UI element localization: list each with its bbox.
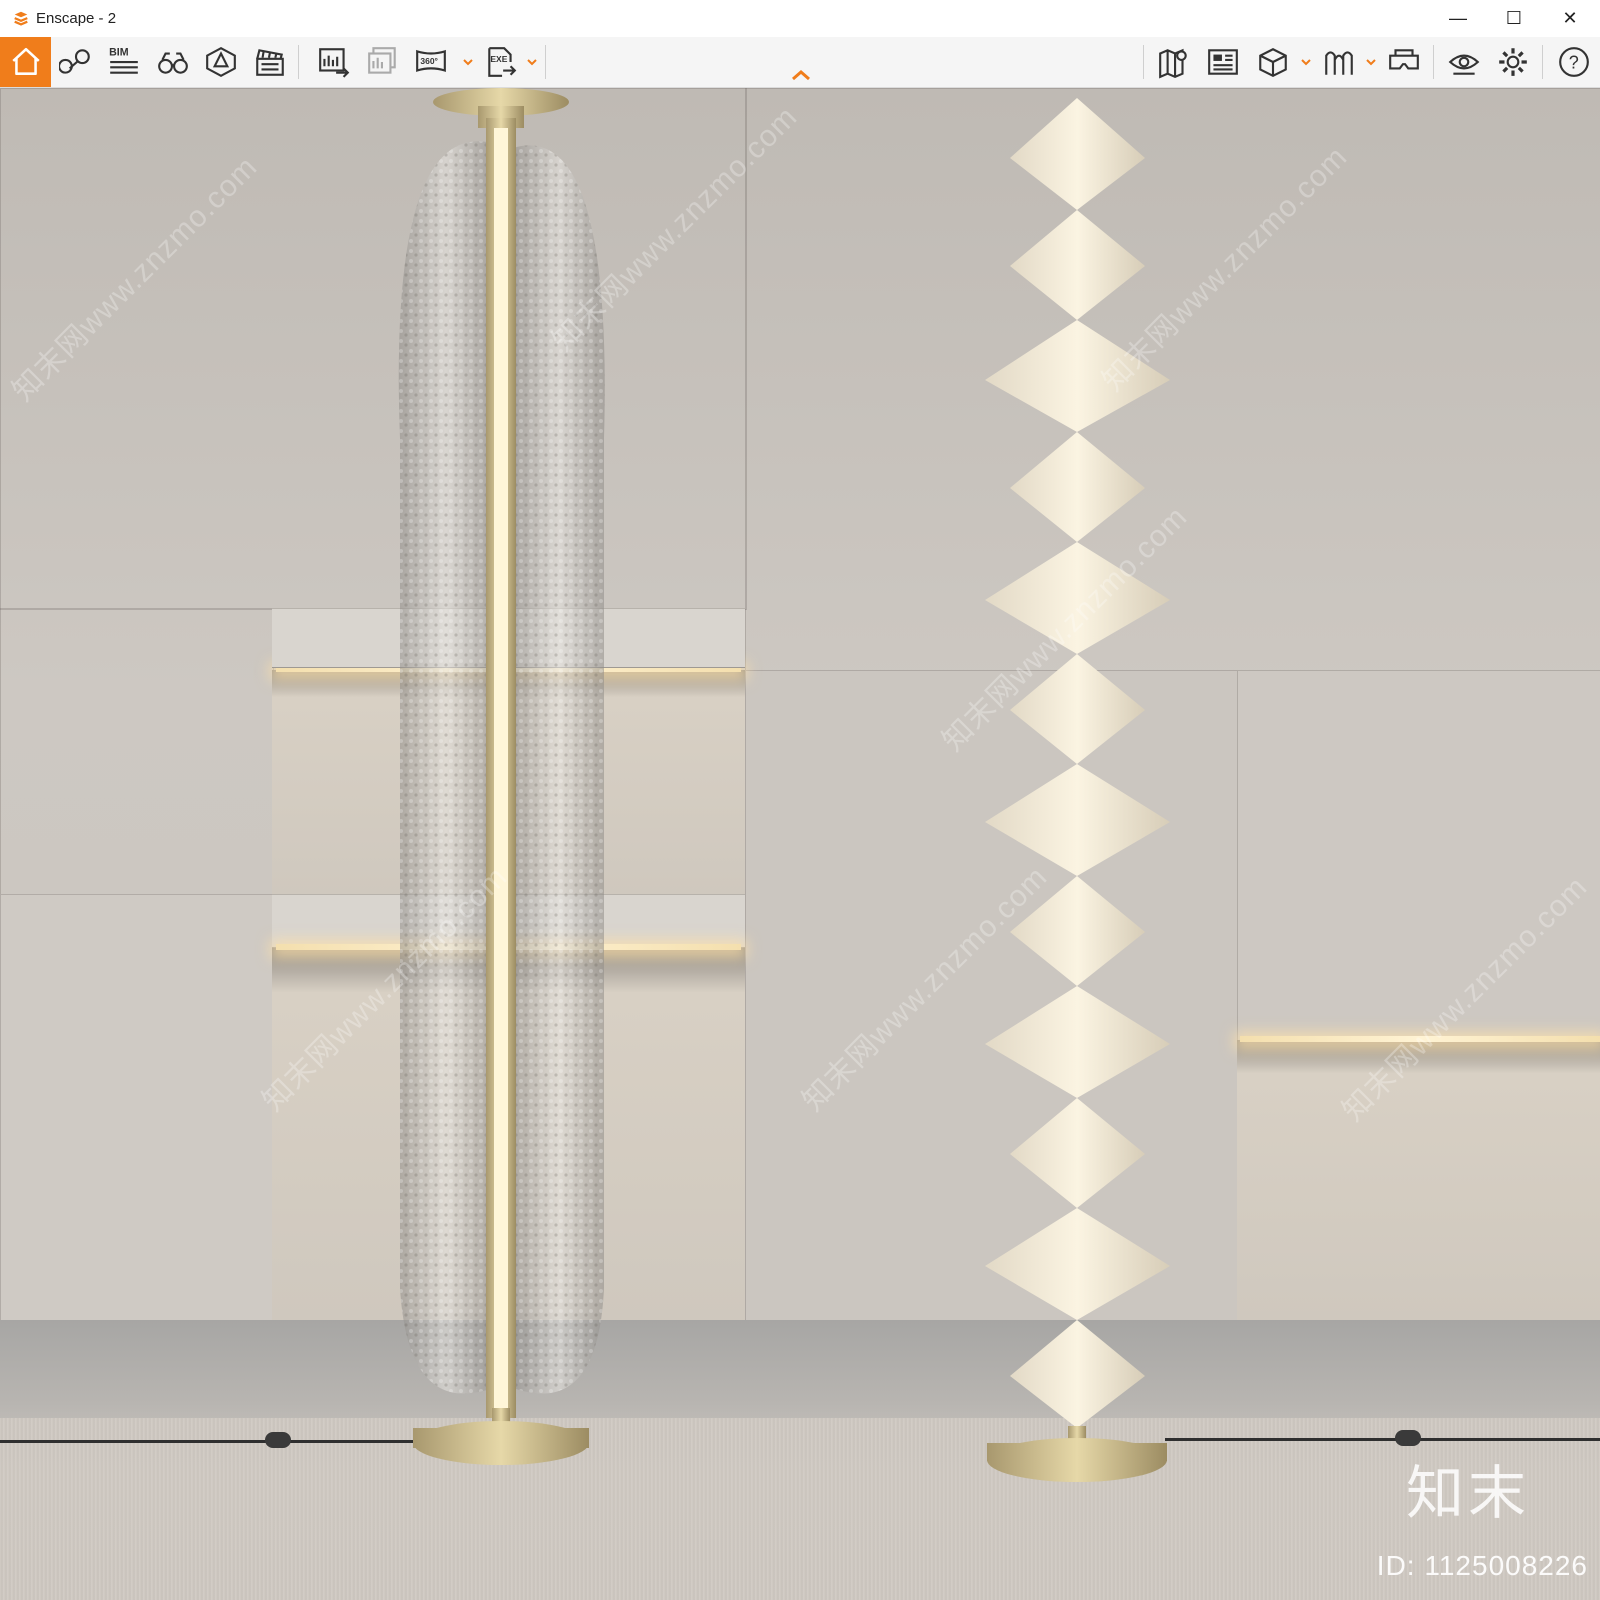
batch-render-button[interactable] — [362, 41, 404, 83]
close-button[interactable]: ✕ — [1542, 0, 1598, 37]
render-export-icon — [319, 48, 350, 78]
batch-render-icon — [368, 47, 396, 74]
visual-settings-button[interactable] — [1443, 41, 1485, 83]
image-id-label: ID: 1125008226 — [1376, 1550, 1588, 1581]
help-icon: ? — [1559, 47, 1589, 77]
panorama-360-icon: 360° — [416, 49, 446, 72]
panorama-dropdown-chevron-icon[interactable] — [462, 57, 474, 67]
svg-text:?: ? — [1569, 52, 1579, 72]
walk-dropdown-chevron-icon[interactable] — [1365, 57, 1377, 67]
svg-text:BIM: BIM — [109, 47, 129, 59]
brand-watermark: 知末 — [1405, 1461, 1530, 1526]
walk-mode-icon — [1325, 51, 1353, 75]
map-button[interactable] — [1153, 41, 1195, 83]
home-icon — [11, 47, 40, 75]
home-button[interactable] — [0, 37, 51, 87]
views-icon — [1208, 49, 1238, 75]
svg-text:360°: 360° — [420, 56, 438, 66]
vr-headset-icon — [1389, 49, 1419, 70]
power-cable — [1165, 1438, 1600, 1441]
video-editor-button[interactable] — [249, 41, 291, 83]
cube-dropdown-chevron-icon[interactable] — [1300, 57, 1312, 67]
map-pin-button[interactable] — [55, 41, 97, 83]
settings-gear-icon — [1499, 48, 1527, 76]
lit-niche — [1237, 1040, 1600, 1320]
toolbar-separator — [1143, 45, 1144, 79]
views-button[interactable] — [1202, 41, 1244, 83]
bim-icon: BIM — [109, 47, 138, 74]
foot-switch — [1395, 1430, 1421, 1446]
exe-dropdown-chevron-icon[interactable] — [526, 57, 538, 67]
bim-button[interactable]: BIM — [103, 41, 145, 83]
map-pin-icon — [59, 49, 90, 74]
foot-switch — [265, 1432, 291, 1448]
rug — [0, 1418, 1600, 1600]
toolbar-separator — [1433, 45, 1434, 79]
origami-shade-stack — [985, 98, 1170, 1428]
maximize-button[interactable]: ☐ — [1486, 0, 1542, 37]
settings-button[interactable] — [1492, 41, 1534, 83]
wall-panel — [1237, 670, 1600, 1042]
help-button[interactable]: ? — [1553, 41, 1595, 83]
clapperboard-icon — [256, 49, 284, 76]
power-cable — [0, 1440, 420, 1443]
render-viewport[interactable]: 知末网www.znzmo.com 知末网www.znzmo.com 知末网www… — [0, 88, 1600, 1600]
wall-panel — [0, 608, 274, 896]
toolbar-separator — [298, 45, 299, 79]
render-export-button[interactable] — [313, 41, 355, 83]
binoculars-button[interactable] — [152, 41, 194, 83]
panorama-360-button[interactable]: 360° — [410, 41, 452, 83]
svg-text:EXE: EXE — [490, 54, 507, 64]
wall-panel — [0, 894, 274, 1322]
toolbar-separator — [1542, 45, 1543, 79]
asset-library-button[interactable] — [200, 41, 242, 83]
visual-settings-icon — [1448, 54, 1480, 75]
toolbar-separator — [545, 45, 546, 79]
window-title: Enscape - 2 — [36, 10, 117, 27]
wall-panel — [0, 88, 747, 610]
exe-export-icon: EXE — [488, 47, 517, 77]
map-icon — [1159, 48, 1187, 79]
binoculars-icon — [158, 52, 188, 74]
cube-button[interactable] — [1252, 41, 1294, 83]
walk-mode-button[interactable] — [1318, 41, 1360, 83]
exe-export-button[interactable]: EXE — [480, 41, 522, 83]
vr-headset-button[interactable] — [1383, 41, 1425, 83]
minimize-button[interactable]: — — [1430, 0, 1486, 37]
title-bar: Enscape - 2 — ☐ ✕ — [0, 0, 1600, 37]
enscape-logo-icon — [14, 11, 28, 26]
cube-icon — [1259, 48, 1287, 78]
asset-library-icon — [206, 46, 236, 78]
collapse-toolbar-chevron-icon[interactable] — [790, 68, 812, 82]
